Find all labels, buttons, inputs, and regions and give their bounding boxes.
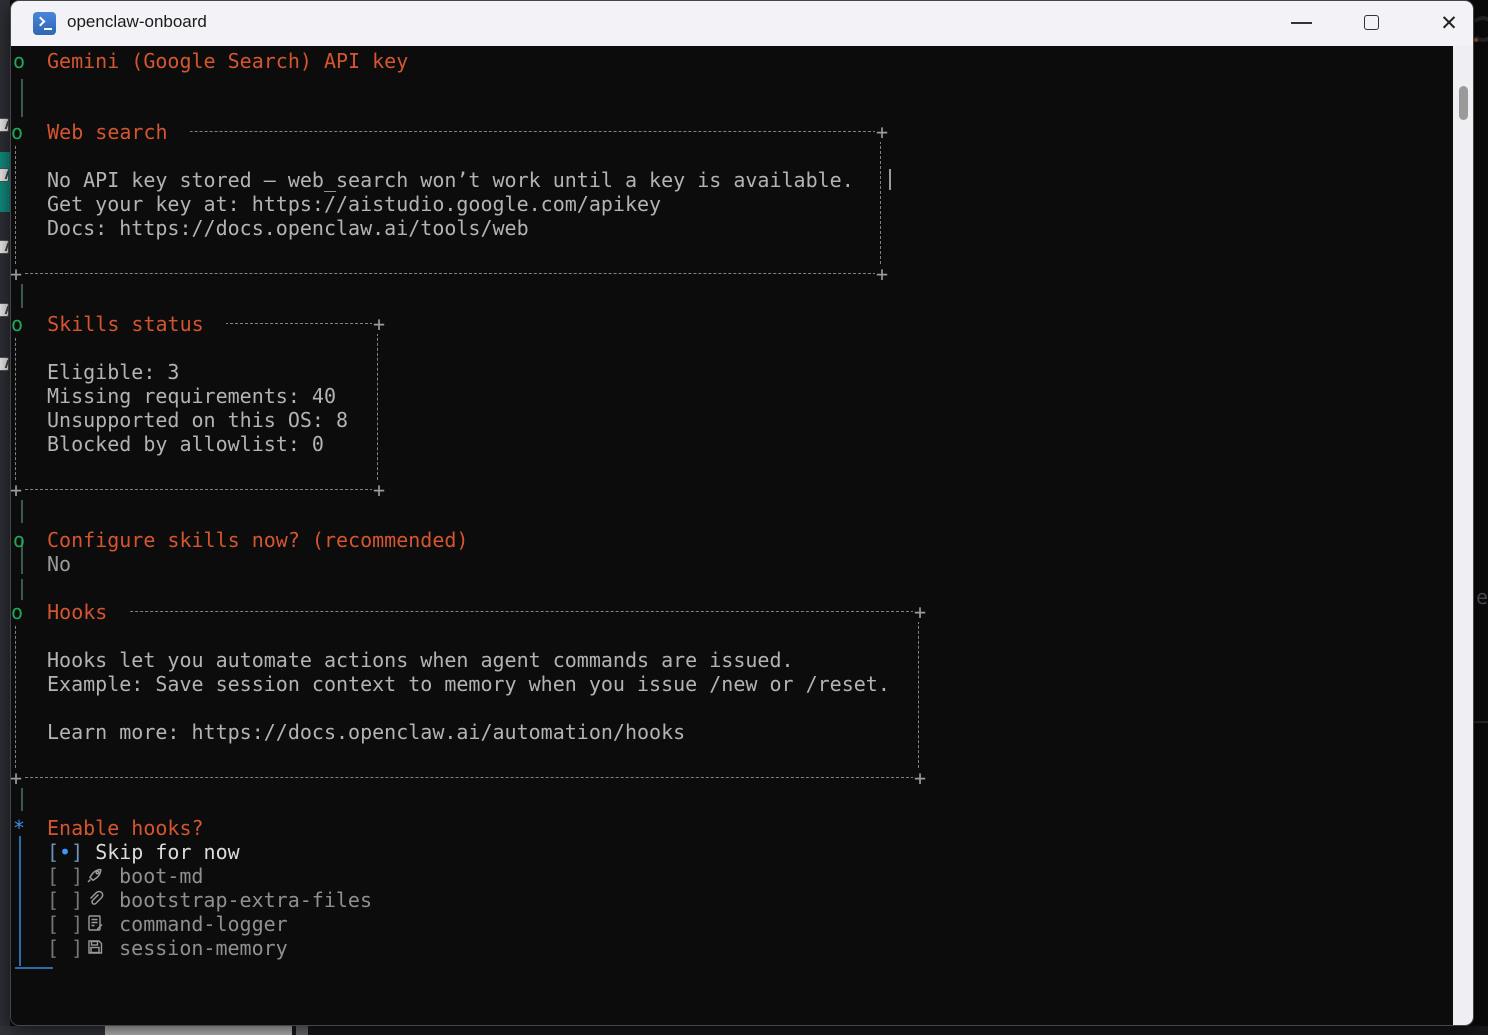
skills-status-title: Skills status <box>47 312 204 336</box>
option-skip-for-now[interactable]: [•] Skip for now <box>47 840 240 864</box>
background-file-icon <box>0 240 9 254</box>
hooks-description-line: Hooks let you automate actions when agen… <box>47 648 794 672</box>
background-hscrollbar-piece <box>296 1026 308 1035</box>
background-file-icon <box>0 357 9 371</box>
option-command-logger[interactable]: [ ] command-logger <box>47 912 288 936</box>
box-corner: + <box>10 478 24 502</box>
box-corner: + <box>10 262 24 286</box>
checkbox-bracket: ] <box>71 840 84 864</box>
checkbox-bracket: [ <box>47 936 60 960</box>
web-search-key-link[interactable]: Get your key at: https://aistudio.google… <box>47 192 661 216</box>
gemini-api-key-heading: Gemini (Google Search) API key <box>47 49 409 73</box>
window-title: openclaw-onboard <box>67 12 207 31</box>
background-artifact-line <box>1474 721 1488 723</box>
box-corner: + <box>371 478 387 502</box>
web-search-status-line: No API key stored — web_search won’t wor… <box>47 168 854 192</box>
box-corner: + <box>10 766 24 790</box>
hooks-example-line: Example: Save session context to memory … <box>47 672 890 696</box>
gutter-line <box>21 79 23 117</box>
option-session-memory[interactable]: [ ] session-memory <box>47 936 288 960</box>
skills-stat-unsupported: Unsupported on this OS: 8 <box>47 408 349 432</box>
active-step-marker: * <box>13 816 26 840</box>
option-label: Skip for now <box>95 840 240 864</box>
checkbox-bracket: [ <box>47 864 60 888</box>
cursor-artifact <box>889 169 891 190</box>
checkbox-bracket: ] <box>71 936 84 960</box>
active-gutter-line <box>19 836 21 966</box>
background-partial-text: e. <box>1476 585 1488 609</box>
close-button[interactable]: ✕ <box>1435 9 1463 37</box>
skills-stat-eligible: Eligible: 3 <box>47 360 180 384</box>
memo-icon <box>85 913 105 933</box>
box-corner: + <box>912 600 928 624</box>
maximize-button[interactable] <box>1364 15 1379 30</box>
option-label: command-logger <box>119 912 288 936</box>
background-file-icon <box>0 168 9 182</box>
box-corner: + <box>874 262 890 286</box>
checkbox-bracket: ] <box>71 864 84 888</box>
skills-stat-missing: Missing requirements: 40 <box>47 384 336 408</box>
skills-stat-blocked: Blocked by allowlist: 0 <box>47 432 324 456</box>
background-hscrollbar-thumb[interactable] <box>105 1026 292 1035</box>
skills-status-header: o Skills status <box>11 312 226 336</box>
option-label: boot-md <box>119 864 204 888</box>
checkbox-bracket: [ <box>47 912 60 936</box>
step-marker: o <box>13 528 26 552</box>
active-gutter-corner <box>15 967 53 969</box>
floppy-icon <box>85 937 105 957</box>
scrollbar-thumb[interactable] <box>1459 86 1468 120</box>
background-right-edge <box>1474 0 1488 1035</box>
step-marker: o <box>11 600 24 624</box>
checkbox-bracket: [ <box>47 888 60 912</box>
option-bootstrap-extra-files[interactable]: [ ] bootstrap-extra-files <box>47 888 372 912</box>
web-search-docs-link[interactable]: Docs: https://docs.openclaw.ai/tools/web <box>47 216 529 240</box>
option-boot-md[interactable]: [ ] boot-md <box>47 864 203 888</box>
background-window-edge <box>0 0 10 1026</box>
checkbox-bracket: ] <box>71 912 84 936</box>
hooks-header: o Hooks <box>11 600 130 624</box>
web-search-header: o Web search <box>11 120 190 144</box>
title-bar[interactable]: openclaw-onboard ✕ <box>11 1 1473 46</box>
box-corner: + <box>371 312 387 336</box>
rocket-icon <box>85 865 105 885</box>
step-marker: o <box>13 49 26 73</box>
checkbox-bracket: ] <box>71 888 84 912</box>
paperclip-icon <box>85 889 105 909</box>
selected-radio-dot: • <box>59 840 72 864</box>
option-label: session-memory <box>119 936 288 960</box>
powershell-icon <box>33 12 56 35</box>
hooks-title: Hooks <box>47 600 108 624</box>
vertical-scrollbar[interactable] <box>1453 46 1473 1025</box>
background-bottom-strip <box>0 1026 1488 1035</box>
configure-skills-answer: No <box>47 552 72 576</box>
checkbox-bracket: [ <box>47 840 60 864</box>
web-search-title: Web search <box>47 120 168 144</box>
hooks-learn-more-link[interactable]: Learn more: https://docs.openclaw.ai/aut… <box>47 720 685 744</box>
terminal-content: o Gemini (Google Search) API key + + + o… <box>11 46 1453 1025</box>
background-file-icon <box>0 118 9 132</box>
option-label: bootstrap-extra-files <box>119 888 373 912</box>
enable-hooks-question: Enable hooks? <box>47 816 204 840</box>
minimize-button[interactable] <box>1291 22 1312 24</box>
background-teal-highlight <box>0 152 10 212</box>
box-corner: + <box>874 120 890 144</box>
step-marker: o <box>11 120 24 144</box>
box-corner: + <box>912 766 928 790</box>
background-file-icon <box>0 303 9 317</box>
terminal-window: openclaw-onboard ✕ o Gemini (Google Sear… <box>10 0 1474 1026</box>
background-taskbar-segment <box>0 1026 105 1035</box>
configure-skills-question: Configure skills now? (recommended) <box>47 528 469 552</box>
step-marker: o <box>11 312 24 336</box>
background-artifact <box>1474 38 1478 42</box>
